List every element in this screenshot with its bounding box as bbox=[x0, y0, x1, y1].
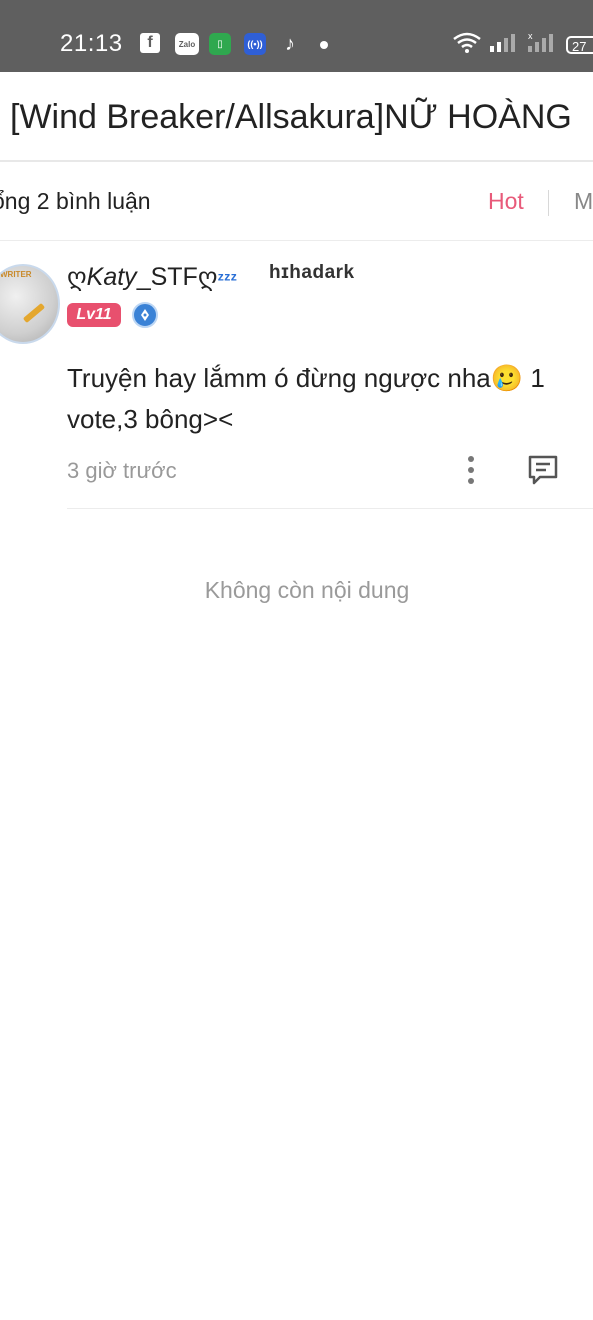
comment-username[interactable]: ღKaty_STFღᶻᶻᶻ bbox=[67, 262, 237, 292]
username-rest: _STF bbox=[136, 263, 198, 291]
dot-icon bbox=[468, 456, 474, 462]
user-title-badge: hɪhadark bbox=[269, 262, 355, 283]
sort-hot-tab[interactable]: Hot bbox=[488, 188, 524, 215]
comment-count: ổng 2 bình luận bbox=[0, 188, 151, 214]
sort-divider bbox=[548, 190, 549, 216]
username-prefix: ღ bbox=[67, 263, 87, 291]
title-bar: [Wind Breaker/Allsakura]NỮ HOÀNG bbox=[0, 72, 593, 162]
app-notification-icon: ▯ bbox=[209, 33, 231, 55]
wifi-icon bbox=[453, 32, 481, 53]
comment-text: Truyện hay lắmm ó đừng ngược nha🥲 1 vote… bbox=[67, 363, 545, 434]
writer-medal-icon bbox=[132, 302, 158, 328]
avatar-writer-text: WRITER bbox=[0, 270, 32, 279]
radio-broadcast-icon: ((•)) bbox=[244, 33, 266, 55]
dot-icon bbox=[468, 478, 474, 484]
comment-divider bbox=[67, 508, 593, 509]
battery-icon: 27 bbox=[566, 36, 593, 54]
avatar[interactable]: WRITER bbox=[0, 264, 60, 344]
comments-header: ổng 2 bình luận Hot M bbox=[0, 160, 593, 241]
zalo-icon: Zalo bbox=[175, 33, 199, 55]
username-italic: Katy bbox=[86, 263, 137, 291]
more-options-button[interactable] bbox=[459, 453, 483, 487]
reply-comment-icon[interactable] bbox=[526, 453, 560, 487]
more-notifications-dot-icon bbox=[320, 41, 328, 49]
dot-icon bbox=[468, 467, 474, 473]
level-badge: Lv11 bbox=[67, 303, 121, 327]
username-zzz: ᶻᶻᶻ bbox=[217, 269, 237, 289]
cell-signal-icon bbox=[490, 34, 515, 52]
cell-signal-2-icon: x bbox=[528, 31, 553, 52]
tiktok-icon: ♪ bbox=[285, 32, 295, 55]
pen-icon bbox=[22, 302, 46, 324]
svg-text:x: x bbox=[528, 31, 533, 41]
status-bar: 21:13 f Zalo ▯ ((•)) ♪ x 27 bbox=[0, 0, 593, 72]
no-more-content-label: Không còn nội dung bbox=[204, 577, 410, 603]
facebook-icon: f bbox=[140, 33, 160, 53]
sort-new-tab[interactable]: M bbox=[574, 188, 593, 215]
comment-time: 3 giờ trước bbox=[67, 458, 177, 483]
page-title: [Wind Breaker/Allsakura]NỮ HOÀNG bbox=[10, 98, 572, 136]
username-suffix: ღ bbox=[197, 263, 218, 291]
status-time: 21:13 bbox=[60, 30, 123, 57]
